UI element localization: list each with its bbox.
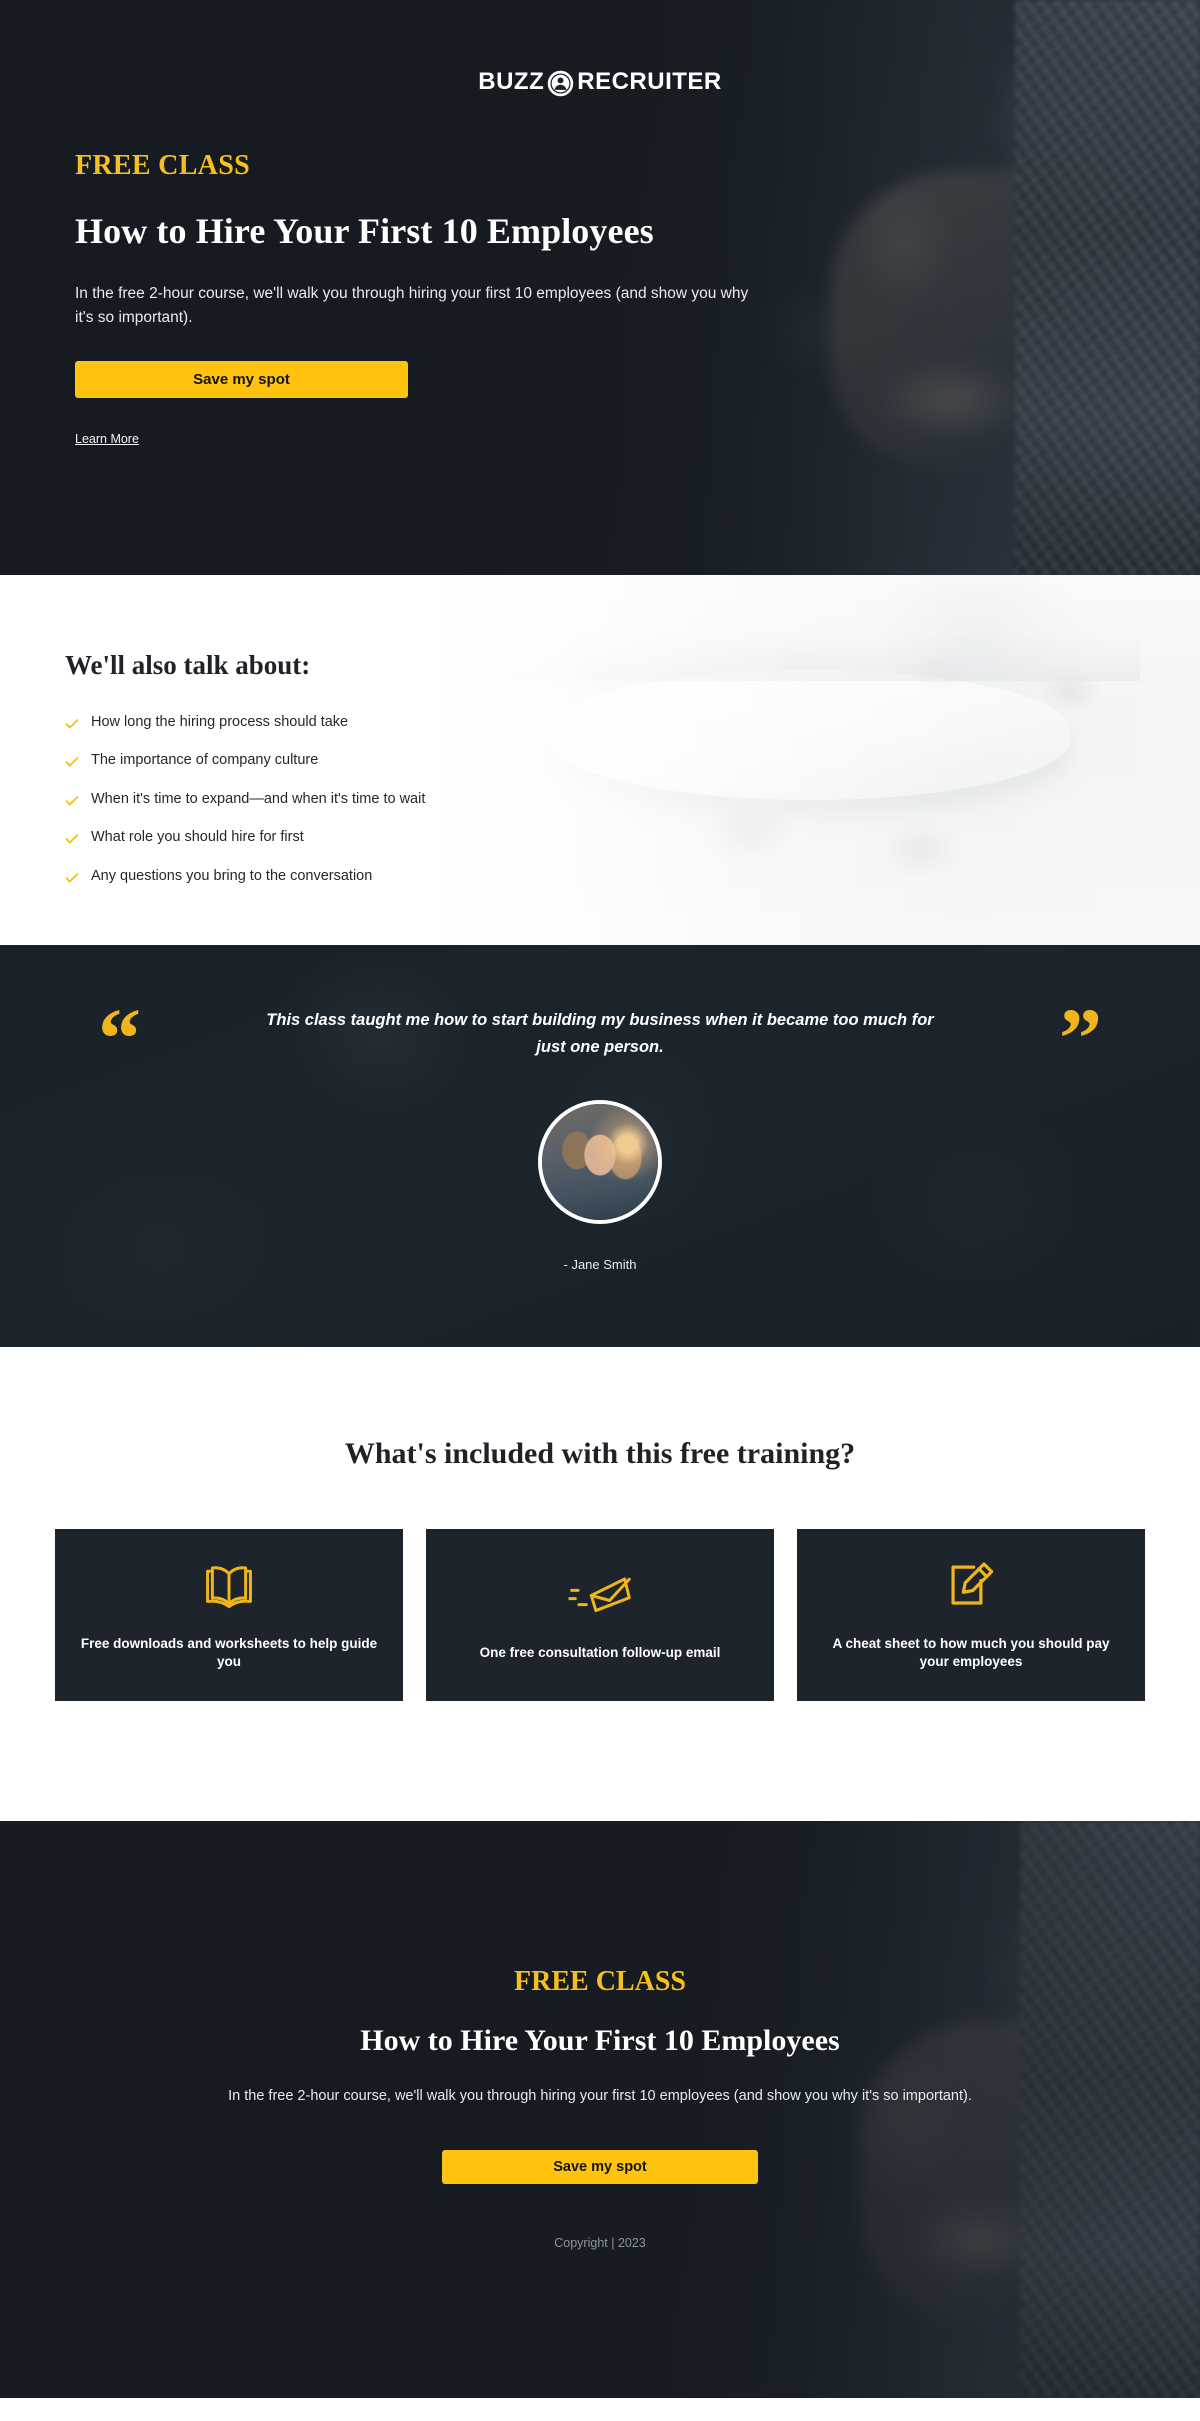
check-icon [65,794,79,808]
avatar [538,1100,662,1224]
avatar-photo [542,1104,658,1220]
check-icon [65,717,79,731]
logo-text-left: BUZZ [478,68,545,95]
talk-about-section: We'll also talk about: How long the hiri… [0,575,1200,945]
included-card-label: Free downloads and worksheets to help gu… [80,1636,378,1669]
close-quote-icon: ” [1059,990,1102,1086]
testimonial-author: - Jane Smith [563,1257,637,1272]
list-item: How long the hiring process should take [65,714,1200,731]
list-item: The importance of company culture [65,752,1200,769]
included-title: What's included with this free training? [344,1437,856,1470]
flying-envelope-icon [568,1568,632,1622]
hero-title: How to Hire Your First 10 Employees [75,211,654,251]
check-icon [65,755,79,769]
open-quote-icon: “ [98,990,141,1086]
copyright-text: Copyright | 2023 [554,2236,646,2250]
footer-cta-section: FREE CLASS How to Hire Your First 10 Emp… [0,1821,1200,2398]
site-logo[interactable]: BUZZ RECRUITER [0,68,1200,96]
footer-title: How to Hire Your First 10 Employees [360,2024,840,2057]
list-item-label: When it's time to expand—and when it's t… [91,790,426,807]
check-icon [65,832,79,846]
footer-save-my-spot-button[interactable]: Save my spot [442,2150,758,2184]
footer-cta-content: FREE CLASS How to Hire Your First 10 Emp… [0,1821,1200,2250]
list-item-label: How long the hiring process should take [91,714,349,730]
included-card-cheat-sheet: A cheat sheet to how much you should pay… [797,1529,1145,1701]
hero-save-my-spot-button[interactable]: Save my spot [75,361,408,399]
included-cards: Free downloads and worksheets to help gu… [0,1529,1200,1701]
list-item-label: The importance of company culture [91,752,319,769]
footer-eyebrow: FREE CLASS [514,1966,686,1997]
talk-about-content: We'll also talk about: How long the hiri… [0,575,1200,885]
hero-learn-more-link[interactable]: Learn More [75,432,139,446]
hero-section: BUZZ RECRUITER FREE CLASS How to Hire Yo… [0,0,1200,575]
landing-page: BUZZ RECRUITER FREE CLASS How to Hire Yo… [0,0,1200,2398]
open-book-icon [201,1559,257,1613]
testimonial-text: This class taught me how to start buildi… [266,1011,934,1056]
included-section: What's included with this free training?… [0,1347,1200,1821]
person-in-circle-icon [547,70,574,97]
included-card-label: A cheat sheet to how much you should pay… [832,1636,1110,1669]
check-icon [65,871,79,885]
footer-subtitle: In the free 2-hour course, we'll walk yo… [228,2088,972,2104]
list-item-label: What role you should hire for first [91,829,304,846]
testimonial-section: “ ” This class taught me how to start bu… [0,945,1200,1347]
list-item: Any questions you bring to the conversat… [65,868,1200,885]
document-pencil-icon [945,1559,997,1613]
hero-subtitle: In the free 2-hour course, we'll walk yo… [75,285,749,326]
hero-eyebrow: FREE CLASS [75,150,250,181]
included-card-label: One free consultation follow-up email [479,1645,721,1661]
included-card-downloads: Free downloads and worksheets to help gu… [55,1529,403,1701]
talk-about-list: How long the hiring process should take … [65,714,1200,885]
hero-copy-block: FREE CLASS How to Hire Your First 10 Emp… [75,150,775,448]
included-card-followup-email: One free consultation follow-up email [426,1529,774,1701]
list-item: What role you should hire for first [65,829,1200,846]
list-item: When it's time to expand—and when it's t… [65,791,1200,808]
logo-text-right: RECRUITER [577,68,722,95]
talk-about-title: We'll also talk about: [65,650,311,680]
list-item-label: Any questions you bring to the conversat… [91,867,373,884]
